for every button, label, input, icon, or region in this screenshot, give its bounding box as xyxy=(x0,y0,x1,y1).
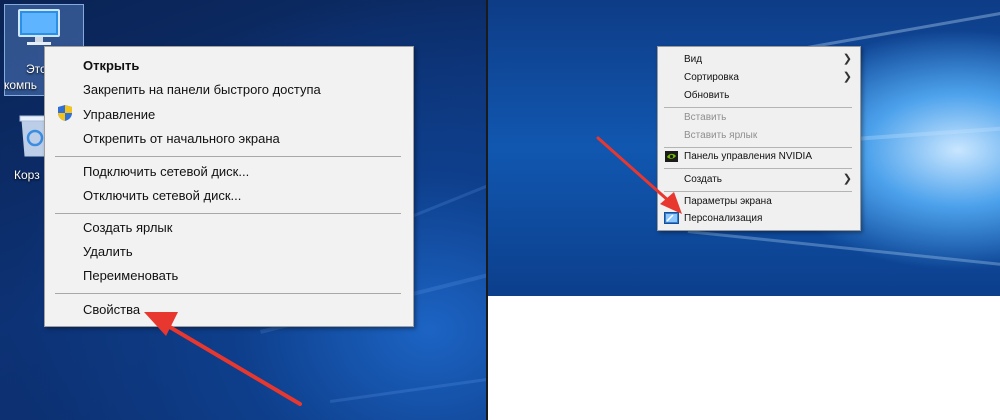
arrow-to-personalization xyxy=(596,136,682,214)
annotation-arrows xyxy=(144,136,682,406)
arrow-to-properties xyxy=(144,312,302,406)
